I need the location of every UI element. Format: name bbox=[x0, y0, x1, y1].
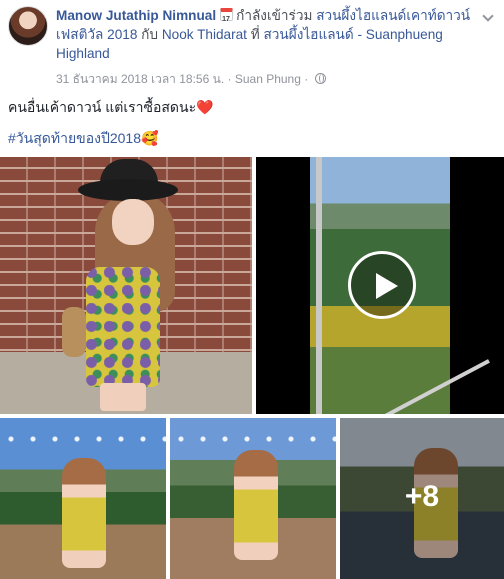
calendar-icon bbox=[220, 8, 234, 29]
video-thumbnail[interactable] bbox=[256, 157, 504, 414]
post-header: Manow Jutathip Nimnualกำลังเข้าร่วม สวนผ… bbox=[56, 6, 496, 63]
globe-icon[interactable] bbox=[314, 73, 326, 84]
author-name-link[interactable]: Manow Jutathip Nimnual bbox=[56, 8, 216, 23]
photo-1-face bbox=[112, 199, 154, 245]
string-lights bbox=[0, 422, 166, 452]
post-timestamp[interactable]: 31 ธันวาคม 2018 เวลา 18:56 น. bbox=[56, 72, 224, 86]
string-lights bbox=[170, 422, 336, 452]
post-message: คนอื่นเค้าดาวน์ แต่เราซื้อสดนะ❤️ bbox=[8, 97, 214, 119]
meta-separator-2: · bbox=[304, 72, 309, 86]
photo-5-more[interactable]: +8 bbox=[340, 418, 504, 579]
photo-4[interactable] bbox=[170, 418, 336, 579]
at-text: ที่ bbox=[250, 27, 260, 42]
video-pole bbox=[316, 157, 322, 414]
photo-4-person bbox=[234, 450, 278, 560]
post-message-text: คนอื่นเค้าดาวน์ แต่เราซื้อสดนะ bbox=[8, 99, 197, 115]
photo-1-bag bbox=[62, 307, 86, 357]
facebook-post: Manow Jutathip Nimnualกำลังเข้าร่วม สวนผ… bbox=[0, 0, 504, 579]
photo-3[interactable] bbox=[0, 418, 166, 579]
photo-3-person bbox=[62, 458, 106, 568]
photo-1-dress bbox=[86, 267, 160, 387]
play-button-icon[interactable] bbox=[348, 251, 416, 319]
smiling-hearts-emoji: 🥰 bbox=[141, 130, 159, 146]
heart-emoji: ❤️ bbox=[196, 99, 214, 115]
meta-separator: · bbox=[227, 72, 232, 86]
post-meta: 31 ธันวาคม 2018 เวลา 18:56 น. · Suan Phu… bbox=[56, 70, 326, 89]
with-text: กับ bbox=[141, 27, 159, 42]
more-photos-count[interactable]: +8 bbox=[340, 480, 504, 514]
activity-text: กำลังเข้าร่วม bbox=[236, 8, 313, 23]
location-link[interactable]: Suan Phung bbox=[235, 72, 301, 86]
hashtag-link[interactable]: #วันสุดท้ายของปี2018 bbox=[8, 130, 141, 146]
photo-1[interactable] bbox=[0, 157, 252, 414]
photo-1-legs bbox=[100, 383, 146, 411]
author-avatar[interactable] bbox=[8, 6, 48, 46]
hashtag-line: #วันสุดท้ายของปี2018🥰 bbox=[8, 128, 158, 150]
photo-1-hat-brim bbox=[78, 179, 178, 201]
tagged-user-link[interactable]: Nook Thidarat bbox=[162, 27, 247, 42]
